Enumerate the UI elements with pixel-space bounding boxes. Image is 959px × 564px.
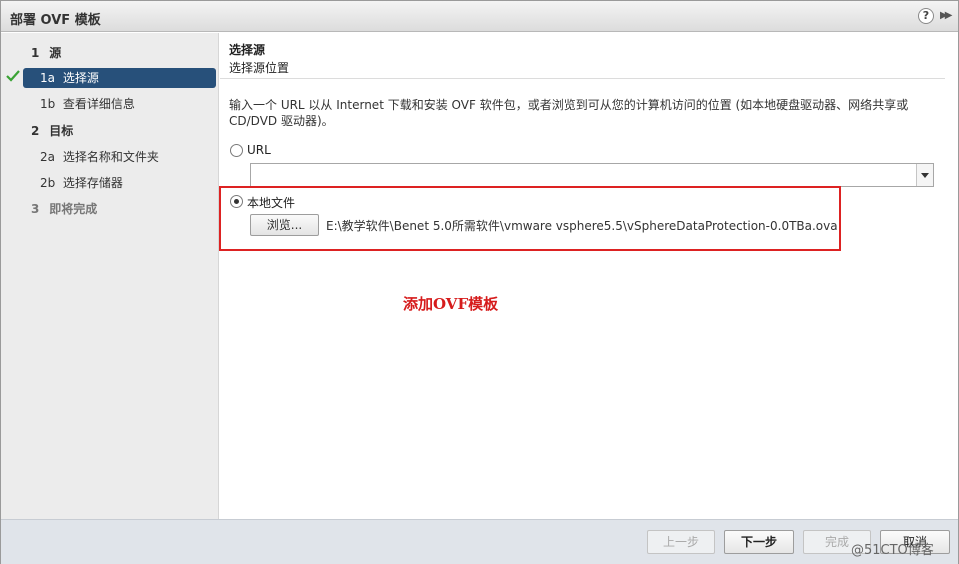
page-title: 选择源 (229, 43, 266, 57)
annotation-text: 添加OVF模板 (403, 295, 499, 313)
wizard-steps-nav: 1 源 1a 选择源 1b 查看详细信息 2 目标 2a 选择名称和文件夹 2b… (1, 33, 219, 519)
page-subtitle: 选择源位置 (229, 61, 290, 75)
deploy-ovf-dialog: 部署 OVF 模板 ? ▶▶ 1 源 1a 选择源 1b 查看详细信息 2 目标… (0, 0, 959, 564)
header-divider (220, 78, 945, 79)
nav-step-label: 选择存储器 (62, 176, 123, 190)
title-bar: 部署 OVF 模板 ? ▶▶ (1, 1, 958, 32)
nav-step-label: 选择名称和文件夹 (62, 150, 159, 164)
nav-step-label: 查看详细信息 (62, 97, 135, 111)
checkmark-icon (6, 70, 20, 82)
nav-step-number: 1b (40, 97, 56, 111)
local-file-radio-label[interactable]: 本地文件 (247, 194, 295, 211)
nav-step-number: 2 (31, 124, 40, 138)
nav-step-select-source[interactable]: 1a 选择源 (23, 68, 216, 88)
help-button[interactable]: ? (918, 8, 934, 24)
nav-step-label: 即将完成 (49, 202, 98, 216)
browse-button[interactable]: 浏览... (250, 214, 319, 236)
nav-step-ready-to-complete: 3 即将完成 (31, 199, 97, 219)
dialog-title: 部署 OVF 模板 (10, 13, 101, 28)
nav-step-label: 选择源 (62, 71, 99, 85)
url-radio[interactable] (230, 144, 243, 157)
nav-step-number: 3 (31, 202, 40, 216)
back-button[interactable]: 上一步 (647, 530, 715, 554)
watermark: @51CTO博客 (851, 543, 934, 558)
local-file-radio[interactable] (230, 195, 243, 208)
wizard-content: 选择源 选择源位置 输入一个 URL 以从 Internet 下载和安装 OVF… (219, 33, 958, 519)
nav-step-source[interactable]: 1 源 (31, 43, 61, 63)
chevron-down-icon[interactable] (916, 164, 933, 186)
nav-step-label: 源 (49, 46, 62, 60)
selected-file-path: E:\教学软件\Benet 5.0所需软件\vmware vsphere5.5\… (326, 219, 838, 233)
nav-step-number: 2a (40, 150, 55, 164)
nav-step-storage[interactable]: 2b 选择存储器 (40, 173, 123, 193)
url-radio-label[interactable]: URL (247, 143, 271, 157)
double-chevron-right-icon[interactable]: ▶▶ (940, 8, 954, 24)
url-input[interactable] (250, 163, 934, 187)
nav-step-number: 1 (31, 46, 40, 60)
nav-step-number: 1a (40, 71, 55, 85)
nav-step-name-folder[interactable]: 2a 选择名称和文件夹 (40, 147, 159, 167)
nav-step-review-details[interactable]: 1b 查看详细信息 (40, 94, 135, 114)
nav-step-number: 2b (40, 176, 56, 190)
wizard-footer: 上一步 下一步 完成 取消 @51CTO博客 (1, 519, 958, 564)
nav-step-target[interactable]: 2 目标 (31, 121, 73, 141)
source-description: 输入一个 URL 以从 Internet 下载和安装 OVF 软件包，或者浏览到… (229, 98, 909, 128)
nav-step-label: 目标 (49, 124, 74, 138)
next-button[interactable]: 下一步 (724, 530, 794, 554)
